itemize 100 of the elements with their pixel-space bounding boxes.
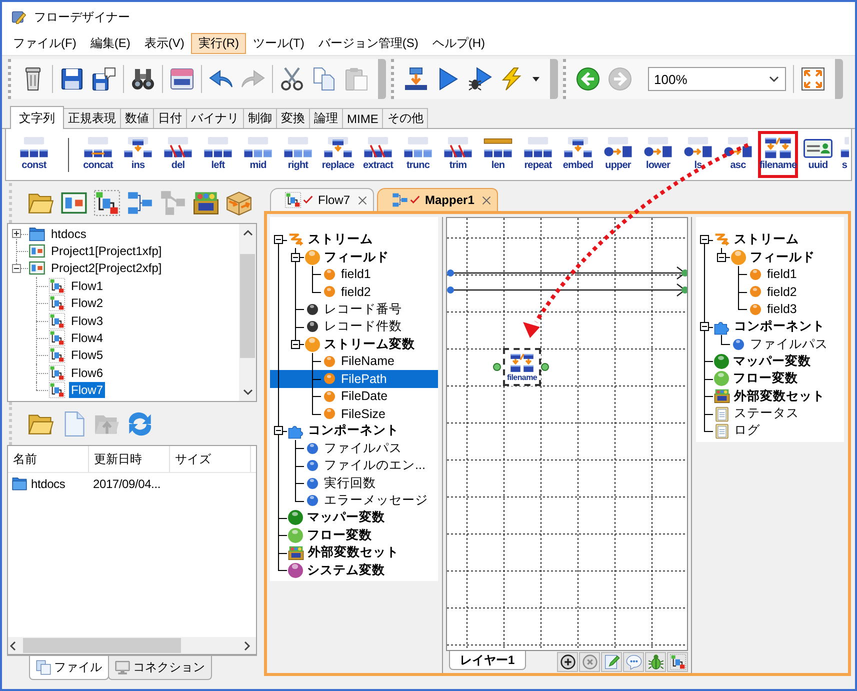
- palette-button[interactable]: embed: [558, 131, 598, 178]
- tree-item[interactable]: Flow5: [69, 347, 106, 364]
- palette-button[interactable]: trunc: [398, 131, 438, 178]
- tree-item[interactable]: マッパー変数: [696, 352, 844, 370]
- palette-button[interactable]: uuid: [798, 131, 838, 178]
- bug-button[interactable]: [645, 652, 666, 672]
- minus-box-icon[interactable]: [700, 322, 709, 332]
- tree-item[interactable]: レコード件数: [270, 318, 438, 336]
- tree-item[interactable]: Flow4: [69, 330, 106, 346]
- palette-button[interactable]: left: [198, 131, 238, 178]
- diagram-button[interactable]: [667, 652, 688, 672]
- tree-item[interactable]: フロー変数: [696, 370, 844, 388]
- tree-item[interactable]: field2: [696, 283, 844, 301]
- scroll-thumb[interactable]: [23, 638, 181, 653]
- chevron-down-icon[interactable]: [242, 387, 252, 397]
- minus-box-icon[interactable]: [274, 235, 283, 244]
- tree-item[interactable]: システム変数: [270, 561, 438, 579]
- tree-item[interactable]: フィールド: [696, 248, 844, 266]
- tree-item[interactable]: FileSize: [270, 404, 438, 422]
- palette-button[interactable]: len: [478, 131, 518, 178]
- palette-button[interactable]: replace: [318, 131, 358, 178]
- tree-item[interactable]: フロー変数: [270, 526, 438, 544]
- column-header[interactable]: 名前: [8, 446, 89, 472]
- tree-item[interactable]: ストリーム変数: [270, 335, 438, 353]
- menu-item[interactable]: 編集(E): [83, 33, 138, 54]
- tree-item[interactable]: Project1[Project1xfp]: [49, 243, 164, 260]
- panel-tab[interactable]: ファイル: [29, 656, 109, 680]
- port-dot[interactable]: [493, 363, 501, 371]
- tree-item[interactable]: FileDate: [270, 388, 438, 405]
- add-button[interactable]: [557, 652, 578, 672]
- tree-item[interactable]: ファイルパス: [696, 335, 844, 353]
- zoom-dropdown[interactable]: 100%: [648, 67, 786, 91]
- menu-item[interactable]: ヘルプ(H): [425, 33, 492, 54]
- tree-item[interactable]: field1: [270, 266, 438, 284]
- minus-box-icon[interactable]: [291, 252, 300, 262]
- scroll-thumb[interactable]: [240, 254, 255, 358]
- palette-button[interactable]: repeat: [518, 131, 558, 178]
- palette-button[interactable]: extract: [358, 131, 398, 178]
- palette-tab[interactable]: 文字列: [10, 106, 64, 129]
- menu-item[interactable]: ツール(T): [246, 33, 312, 54]
- tree-item[interactable]: Flow1: [69, 278, 106, 294]
- close-icon[interactable]: [358, 196, 368, 204]
- panel-tab[interactable]: コネクション: [108, 656, 212, 680]
- column-header[interactable]: サイズ: [170, 446, 251, 472]
- tree-item[interactable]: ストリーム: [696, 231, 844, 248]
- palette-button[interactable]: del: [158, 131, 198, 178]
- scrollbar[interactable]: [8, 637, 256, 654]
- tree-item[interactable]: ストリーム: [270, 231, 438, 248]
- tree-item[interactable]: FilePath: [270, 370, 438, 388]
- minus-box-icon[interactable]: [12, 264, 21, 273]
- tree-item[interactable]: field2: [270, 283, 438, 301]
- tree-item[interactable]: 外部変数セット: [270, 544, 438, 562]
- mapping-canvas[interactable]: filename: [446, 217, 688, 651]
- tree-item[interactable]: ステータス: [696, 404, 844, 422]
- minus-box-icon[interactable]: [717, 252, 726, 262]
- tree-item[interactable]: 外部変数セット: [696, 388, 844, 405]
- chevron-left-icon[interactable]: [8, 640, 18, 650]
- tree-item[interactable]: ファイルのエン...: [270, 457, 438, 474]
- palette-button[interactable]: asc: [718, 131, 758, 178]
- menu-item[interactable]: ファイル(F): [6, 33, 84, 54]
- tree-item[interactable]: ログ: [696, 422, 844, 440]
- port-dot[interactable]: [447, 286, 454, 294]
- edit-button[interactable]: [601, 652, 622, 672]
- tree-item[interactable]: コンポーネント: [270, 422, 438, 440]
- menu-item[interactable]: 実行(R): [191, 33, 246, 54]
- chevron-right-icon[interactable]: [242, 640, 252, 650]
- tree-item[interactable]: ファイルパス: [270, 440, 438, 458]
- port-dot[interactable]: [447, 270, 454, 276]
- tree-item[interactable]: マッパー変数: [270, 509, 438, 527]
- tree-item[interactable]: FileName: [270, 352, 438, 370]
- tree-item[interactable]: 実行回数: [270, 474, 438, 492]
- menu-item[interactable]: バージョン管理(S): [311, 33, 426, 54]
- palette-button[interactable]: lower: [638, 131, 678, 178]
- palette-button[interactable]: upper: [598, 131, 638, 178]
- tree-item[interactable]: Flow6: [69, 364, 106, 381]
- tree-item[interactable]: Project2[Project2xfp]: [49, 260, 164, 276]
- palette-button[interactable]: right: [278, 131, 318, 178]
- tree-item[interactable]: Flow7: [69, 382, 106, 398]
- tree-item[interactable]: field1: [696, 266, 844, 284]
- layer-tab[interactable]: レイヤー1: [449, 651, 526, 670]
- tree-item[interactable]: htdocs: [49, 226, 88, 242]
- column-header[interactable]: 更新日時: [89, 446, 170, 472]
- palette-tab[interactable]: その他: [382, 108, 428, 128]
- palette-button[interactable]: s: [838, 131, 851, 178]
- tree-item[interactable]: コンポーネント: [696, 318, 844, 336]
- menu-item[interactable]: 表示(V): [137, 33, 192, 54]
- component-node[interactable]: filename: [503, 348, 541, 386]
- document-tab[interactable]: Flow7: [270, 188, 374, 211]
- tree-item[interactable]: エラーメッセージ: [270, 492, 438, 510]
- palette-button[interactable]: const: [14, 131, 54, 178]
- palette-button[interactable]: mid: [238, 131, 278, 178]
- scrollbar[interactable]: [239, 224, 256, 401]
- tree-item[interactable]: field3: [696, 300, 844, 318]
- minus-box-icon[interactable]: [274, 426, 283, 436]
- chevron-up-icon[interactable]: [242, 228, 252, 238]
- tree-item[interactable]: Flow3: [69, 312, 106, 329]
- minus-box-icon[interactable]: [291, 340, 300, 349]
- tree-item[interactable]: Flow2: [69, 295, 106, 312]
- plus-box-icon[interactable]: [12, 229, 21, 238]
- comment-button[interactable]: [623, 652, 644, 672]
